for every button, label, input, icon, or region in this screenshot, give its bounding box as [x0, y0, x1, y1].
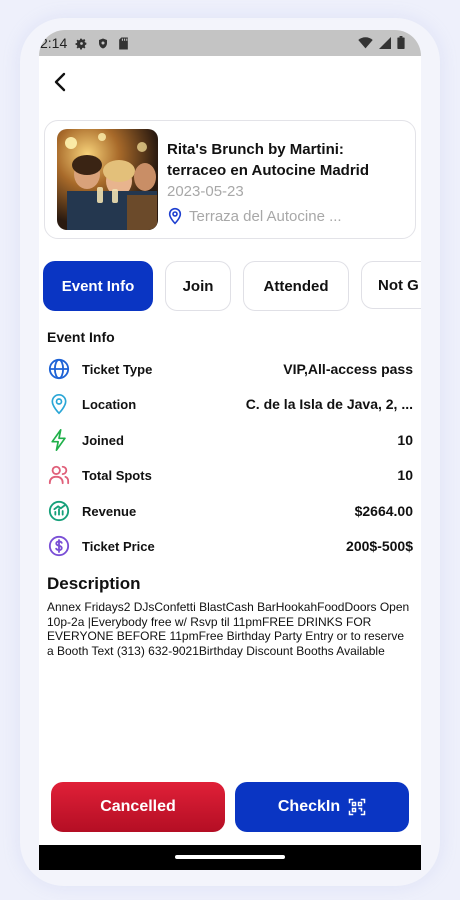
- info-value: VIP,All-access pass: [283, 361, 413, 377]
- screen: 2:14 Rita's Brunch by Martini: terraceo …: [39, 30, 421, 870]
- qr-scan-icon: [348, 798, 366, 816]
- info-label: Ticket Type: [82, 361, 153, 377]
- chevron-left-icon: [54, 72, 66, 92]
- info-label: Joined: [82, 432, 124, 448]
- section-title: Event Info: [47, 329, 115, 345]
- tab-not-going[interactable]: Not G: [361, 261, 421, 309]
- info-row-revenue: Revenue $2664.00: [47, 498, 413, 524]
- location-pin-icon: [47, 392, 71, 416]
- checkin-button[interactable]: CheckIn: [235, 782, 409, 832]
- info-label: Location: [82, 396, 137, 412]
- description-title: Description: [47, 574, 141, 593]
- wifi-icon: [358, 36, 373, 48]
- home-indicator[interactable]: [175, 855, 285, 859]
- event-title: Rita's Brunch by Martini: terraceo en Au…: [167, 141, 369, 179]
- location-pin-icon: [168, 207, 182, 225]
- cancelled-button-label: Cancelled: [100, 798, 176, 815]
- info-row-ticket-price: Ticket Price 200$-500$: [47, 533, 413, 559]
- info-label: Ticket Price: [82, 538, 155, 554]
- info-row-total-spots: Total Spots 10: [47, 462, 413, 488]
- event-location: Terraza del Autocine ...: [167, 207, 342, 225]
- system-nav-bar: [39, 845, 421, 870]
- info-value: $2664.00: [354, 503, 413, 519]
- signal-icon: [379, 36, 391, 49]
- info-label: Total Spots: [82, 467, 152, 483]
- event-date: 2023-05-23: [167, 183, 244, 200]
- cancelled-button[interactable]: Cancelled: [51, 782, 225, 832]
- battery-icon: [397, 36, 405, 49]
- status-time: 2:14: [40, 35, 68, 51]
- shield-icon: [99, 38, 108, 48]
- tab-attended[interactable]: Attended: [243, 261, 349, 311]
- globe-icon: [47, 357, 71, 381]
- checkin-button-label: CheckIn: [277, 798, 341, 815]
- sd-card-icon: [119, 37, 129, 49]
- back-button[interactable]: [49, 70, 73, 94]
- info-label: Revenue: [82, 503, 137, 519]
- event-location-text: Terraza del Autocine ...: [189, 207, 342, 225]
- status-bar: 2:14: [39, 30, 421, 56]
- event-card[interactable]: Rita's Brunch by Martini: terraceo en Au…: [44, 120, 416, 239]
- description-text: Annex Fridays2 DJsConfetti BlastCash Bar…: [47, 600, 410, 658]
- revenue-chart-icon: [47, 499, 71, 523]
- tab-bar: Event Info Join Attended Not G: [43, 261, 421, 311]
- tab-event-info[interactable]: Event Info: [43, 261, 153, 311]
- event-image: [57, 129, 158, 230]
- dollar-circle-icon: [47, 534, 71, 558]
- tab-join[interactable]: Join: [165, 261, 231, 311]
- lightning-icon: [47, 428, 71, 452]
- info-value: 10: [397, 467, 413, 483]
- info-row-ticket-type: Ticket Type VIP,All-access pass: [47, 356, 413, 382]
- info-value: 200$-500$: [346, 538, 413, 554]
- info-value: C. de la Isla de Java, 2, ...: [245, 396, 413, 412]
- settings-gear-icon: [75, 38, 87, 50]
- info-row-location: Location C. de la Isla de Java, 2, ...: [47, 391, 413, 417]
- users-icon: [47, 463, 71, 487]
- info-row-joined: Joined 10: [47, 427, 413, 453]
- info-value: 10: [397, 432, 413, 448]
